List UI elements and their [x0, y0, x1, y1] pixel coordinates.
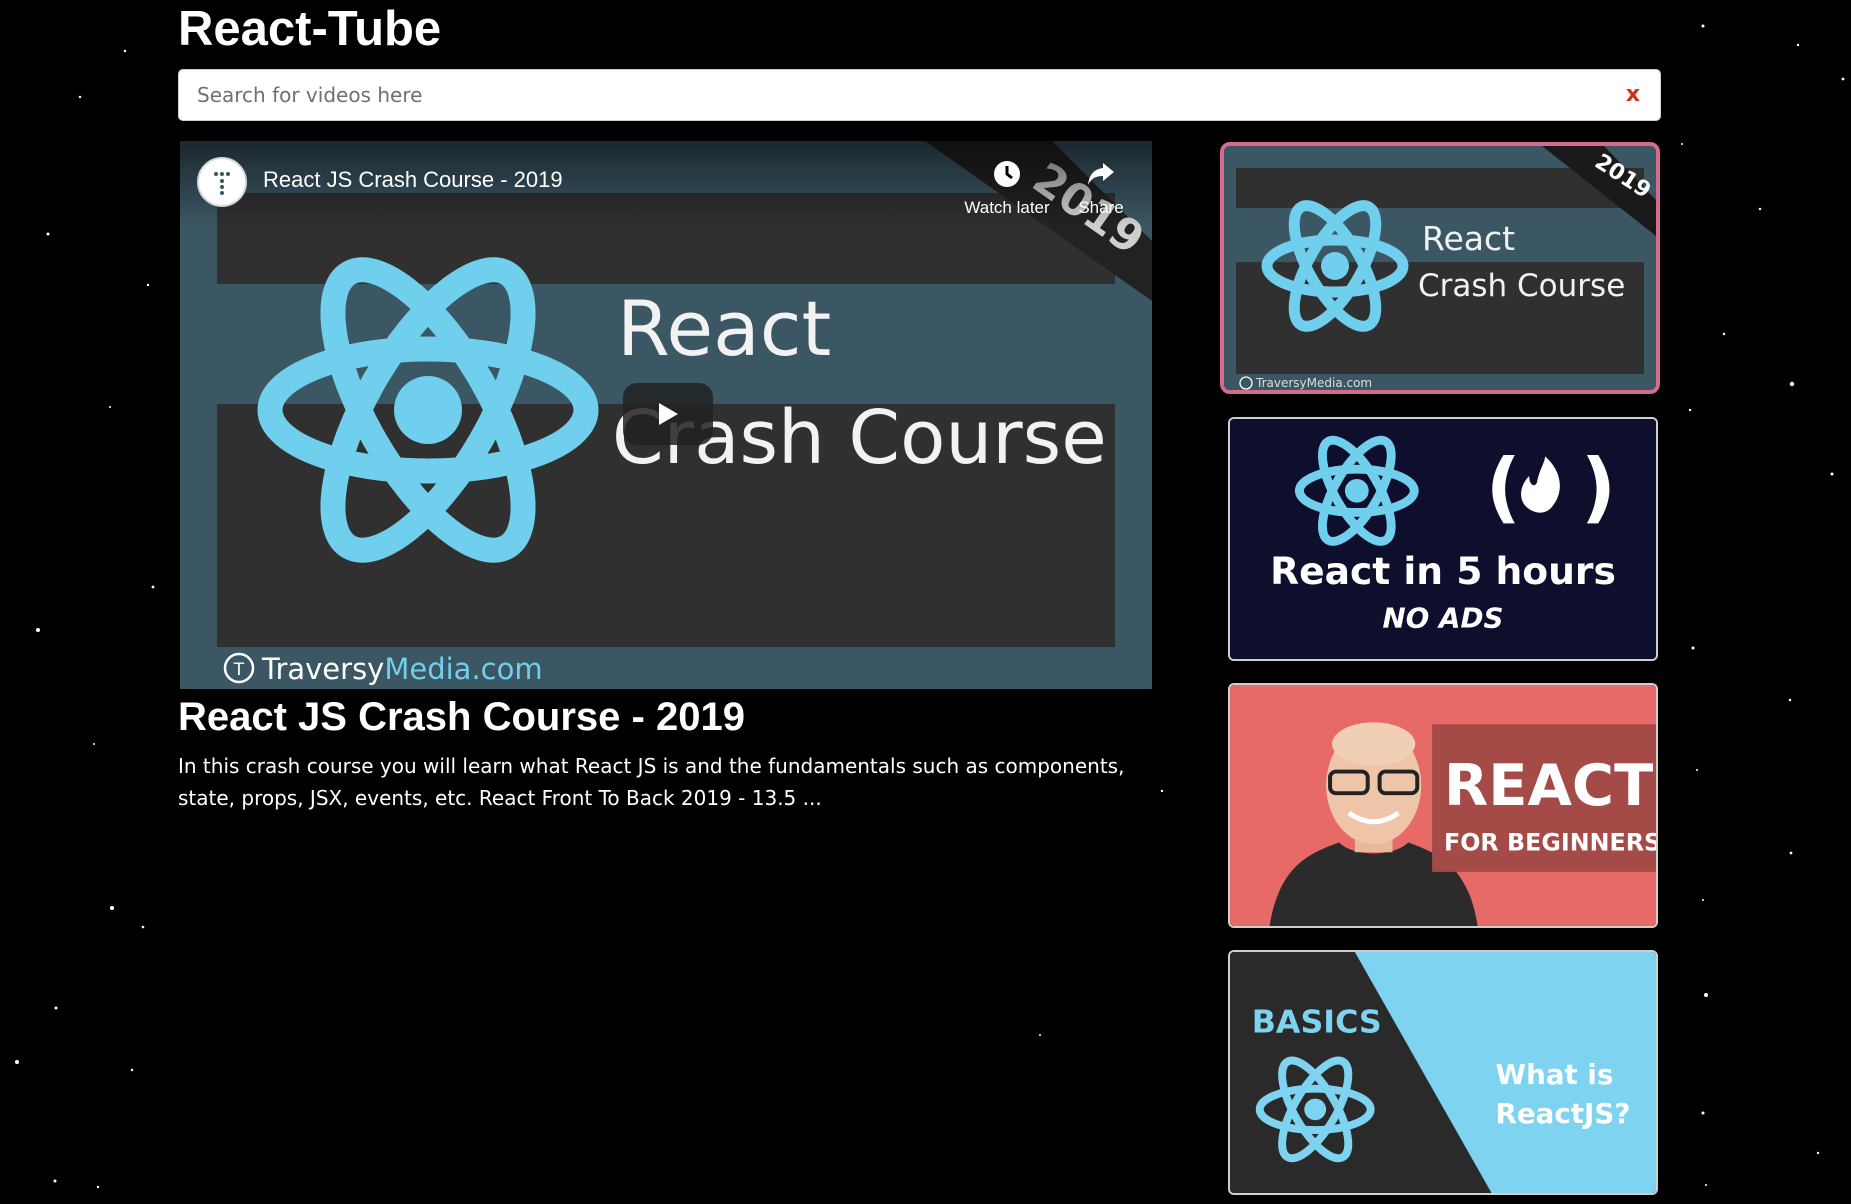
- play-button[interactable]: [623, 383, 713, 445]
- thumb-line2: FOR BEGINNERS: [1444, 828, 1656, 856]
- video-list-thumbnail: BASICS What is ReactJS?: [1230, 952, 1656, 1193]
- search-bar: x: [178, 69, 1661, 121]
- channel-avatar[interactable]: [197, 157, 247, 207]
- thumbnail-brand: TraversyMedia.com: [261, 652, 543, 686]
- search-input[interactable]: [179, 70, 1599, 120]
- watch-later-label: Watch later: [964, 198, 1050, 217]
- video-list-item[interactable]: 2019 React Crash Course TraversyMedia.co…: [1220, 142, 1660, 394]
- svg-text:(: (: [1486, 444, 1521, 533]
- thumbnail-line1: React: [617, 284, 831, 373]
- video-list-item[interactable]: ( ) React in 5 hours NO ADS: [1228, 417, 1658, 661]
- app-title: React-Tube: [178, 2, 442, 56]
- thumb-line1: REACT: [1444, 752, 1653, 819]
- thumb-line2: What is: [1496, 1058, 1614, 1091]
- video-list-thumbnail: ( ) React in 5 hours NO ADS: [1230, 419, 1656, 659]
- app-root: React-Tube x 2019 React Crash Course T T…: [0, 0, 1851, 1204]
- share-arrow-icon: [1088, 163, 1114, 185]
- video-description: In this crash course you will learn what…: [178, 754, 1125, 810]
- traversy-logo-icon: [214, 172, 230, 195]
- video-list-thumbnail: 2019 React Crash Course TraversyMedia.co…: [1224, 146, 1656, 390]
- video-player[interactable]: 2019 React Crash Course T TraversyMedia.…: [180, 141, 1152, 689]
- play-icon: [659, 403, 678, 425]
- thumb-line2: Crash Course: [1418, 268, 1625, 304]
- player-title[interactable]: React JS Crash Course - 2019: [263, 167, 563, 193]
- share-label: Share: [1078, 198, 1124, 217]
- thumb-line3: ReactJS?: [1496, 1097, 1631, 1130]
- clock-icon: [994, 161, 1020, 187]
- thumb-line1: React in 5 hours: [1270, 549, 1616, 593]
- share-button[interactable]: Share: [1073, 159, 1129, 218]
- video-list-thumbnail: REACT FOR BEGINNERS: [1230, 685, 1656, 926]
- clear-search-button[interactable]: x: [1618, 70, 1648, 120]
- svg-text:): ): [1581, 444, 1616, 533]
- video-title: React JS Crash Course - 2019: [178, 695, 745, 739]
- video-list-item[interactable]: REACT FOR BEGINNERS: [1228, 683, 1658, 928]
- thumb-brand: TraversyMedia.com: [1255, 376, 1372, 390]
- thumb-line1: React: [1422, 219, 1515, 258]
- thumb-line2: NO ADS: [1383, 602, 1504, 635]
- video-list-item[interactable]: BASICS What is ReactJS?: [1228, 950, 1658, 1195]
- svg-text:T: T: [233, 660, 245, 680]
- watch-later-button[interactable]: Watch later: [955, 159, 1059, 218]
- thumb-line1: BASICS: [1252, 1005, 1382, 1041]
